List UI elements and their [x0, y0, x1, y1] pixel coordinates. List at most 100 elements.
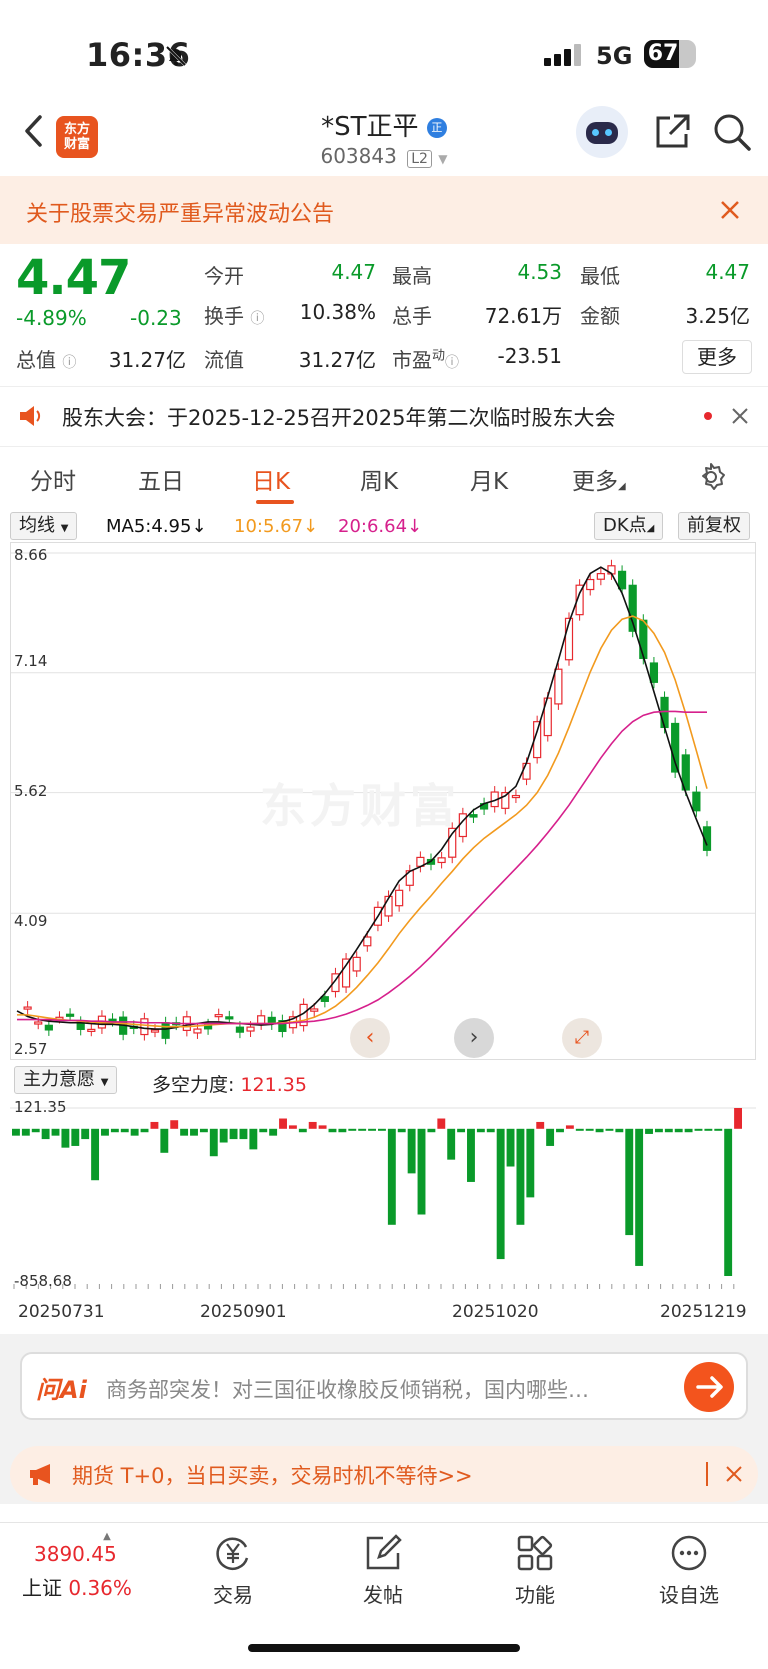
bull-bear-svg	[10, 1107, 756, 1289]
nav-functions-label: 功能	[515, 1583, 555, 1607]
candle-body	[363, 936, 372, 947]
bull-bear-bar	[645, 1128, 653, 1134]
bull-bear-bar	[496, 1128, 505, 1260]
candle-body	[617, 570, 627, 590]
candle-body	[161, 1022, 170, 1039]
tab-more-label: 更多	[572, 469, 618, 495]
notice-text: 关于股票交易严重异常波动公告	[26, 202, 335, 227]
search-icon[interactable]	[712, 112, 752, 152]
sub-indicator-select[interactable]: 主力意愿 ▼	[14, 1066, 118, 1094]
settings-gear-icon[interactable]	[696, 462, 726, 492]
tab-intraday[interactable]: 分时	[30, 462, 76, 496]
indicator-select[interactable]: 均线 ▼	[10, 512, 78, 540]
change-amount: -0.23	[130, 306, 182, 330]
signal-icon	[544, 44, 581, 66]
tab-weekly-k[interactable]: 周K	[360, 462, 398, 496]
nav-add-watchlist[interactable]: 设自选	[634, 1533, 744, 1608]
network-type: 5G	[596, 42, 633, 70]
index-name: 上证	[22, 1576, 62, 1600]
bull-bear-bar	[407, 1128, 416, 1174]
nav-trade[interactable]: 交易	[178, 1533, 288, 1608]
ai-send-button[interactable]	[684, 1362, 734, 1412]
caret-icon: ◢	[618, 481, 626, 492]
ma20-label: 20:6.64↓	[338, 516, 422, 537]
stock-header: 东方 财富 *ST正平 正 603843 L2 ▼	[0, 100, 768, 176]
abnormal-volatility-notice[interactable]: 关于股票交易严重异常波动公告	[0, 176, 768, 244]
ma10-value: 10:5.67	[234, 516, 304, 537]
candle-body	[649, 662, 659, 683]
bull-bear-bar	[625, 1128, 634, 1236]
promo-text: 期货 T+0，当日买卖，交易时机不等待>>	[72, 1464, 473, 1488]
tab-more[interactable]: 更多◢	[572, 462, 626, 496]
more-button[interactable]: 更多	[682, 340, 752, 374]
ma20-value: 20:6.64	[338, 516, 408, 537]
bull-bear-bar	[41, 1128, 50, 1140]
total-mv-label[interactable]: 总值 ⓘ	[16, 344, 76, 373]
bull-bear-bar	[378, 1128, 386, 1131]
bull-bear-bar	[358, 1128, 367, 1131]
volume-label: 总手	[392, 304, 432, 328]
y-tick-label: 4.09	[14, 912, 48, 930]
share-icon[interactable]	[652, 112, 692, 152]
megaphone-icon	[30, 1464, 50, 1485]
info-icon: ⓘ	[445, 355, 460, 371]
meeting-announcement[interactable]: 股东大会：于2025-12-25召开2025年第二次临时股东大会	[0, 388, 768, 444]
pe-label[interactable]: 市盈动ⓘ	[392, 344, 459, 373]
candle-body	[458, 813, 467, 838]
candle-body	[193, 1028, 202, 1034]
bull-bear-bar	[437, 1118, 446, 1129]
divider	[0, 386, 768, 387]
bull-bear-bar	[615, 1128, 624, 1133]
candle-body	[310, 1008, 319, 1012]
bull-bear-bar	[674, 1128, 683, 1133]
sub-indicator-header: 主力意愿 ▼ 多空力度: 121.35	[0, 1066, 768, 1096]
close-icon[interactable]	[726, 1466, 742, 1482]
futures-promo-banner[interactable]: 期货 T+0，当日买卖，交易时机不等待>>	[10, 1446, 758, 1502]
change-pct: -4.89%	[16, 306, 87, 330]
ai-logo: 问Ai	[36, 1376, 87, 1404]
float-mv-label: 流值	[204, 348, 244, 372]
bull-bear-bar	[199, 1128, 208, 1133]
bull-bear-bar	[338, 1128, 347, 1133]
nav-functions[interactable]: 功能	[480, 1533, 590, 1608]
bull-bear-bar	[209, 1128, 218, 1157]
tab-five-day[interactable]: 五日	[138, 462, 184, 496]
amount-label: 金额	[580, 304, 620, 328]
adjust-select[interactable]: 前复权	[678, 512, 750, 540]
open-value: 4.47	[331, 260, 376, 284]
turnover-label[interactable]: 换手 ⓘ	[204, 300, 264, 329]
dk-points-select[interactable]: DK点◢	[594, 512, 664, 540]
bull-bear-chart[interactable]	[10, 1096, 756, 1292]
stock-name: *ST正平	[321, 112, 419, 142]
ai-question-bar[interactable]: 问Ai 商务部突发！对三国征收橡胶反倾销税，国内哪些…	[20, 1352, 748, 1420]
bull-bear-bar	[536, 1121, 545, 1129]
bull-bear-bar	[368, 1128, 376, 1131]
close-icon[interactable]	[732, 408, 748, 424]
bull-bear-bar	[417, 1128, 426, 1215]
fullscreen-icon[interactable]: ⤢	[562, 1018, 602, 1058]
down-arrow-icon: ↓	[303, 516, 319, 537]
scroll-left-icon[interactable]: ‹	[350, 1018, 390, 1058]
candle-body	[522, 762, 531, 780]
index-ticker[interactable]: ▲ 3890.45 上证 0.36%	[22, 1531, 162, 1601]
candle-body	[65, 1013, 75, 1017]
mute-bell-icon	[165, 45, 187, 67]
bull-bear-bar	[397, 1128, 406, 1133]
dropdown-caret-icon: ▼	[438, 152, 448, 166]
candle-body	[140, 1018, 149, 1036]
bull-bear-bar	[486, 1128, 495, 1133]
robot-avatar-icon[interactable]	[576, 106, 628, 158]
turnover-label-text: 换手	[204, 304, 244, 328]
high-value: 4.53	[517, 260, 562, 284]
bull-bear-bar	[387, 1128, 396, 1225]
bull-bear-bar	[219, 1128, 228, 1143]
close-icon[interactable]	[720, 200, 740, 220]
bull-bear-bar	[516, 1128, 525, 1225]
nav-post[interactable]: 发帖	[328, 1533, 438, 1608]
tab-daily-k[interactable]: 日K	[252, 462, 290, 496]
candle-body	[660, 696, 669, 729]
scroll-right-icon[interactable]: ›	[454, 1018, 494, 1058]
sub-y-min: -858.68	[14, 1272, 72, 1290]
home-indicator	[248, 1644, 520, 1652]
tab-monthly-k[interactable]: 月K	[470, 462, 508, 496]
